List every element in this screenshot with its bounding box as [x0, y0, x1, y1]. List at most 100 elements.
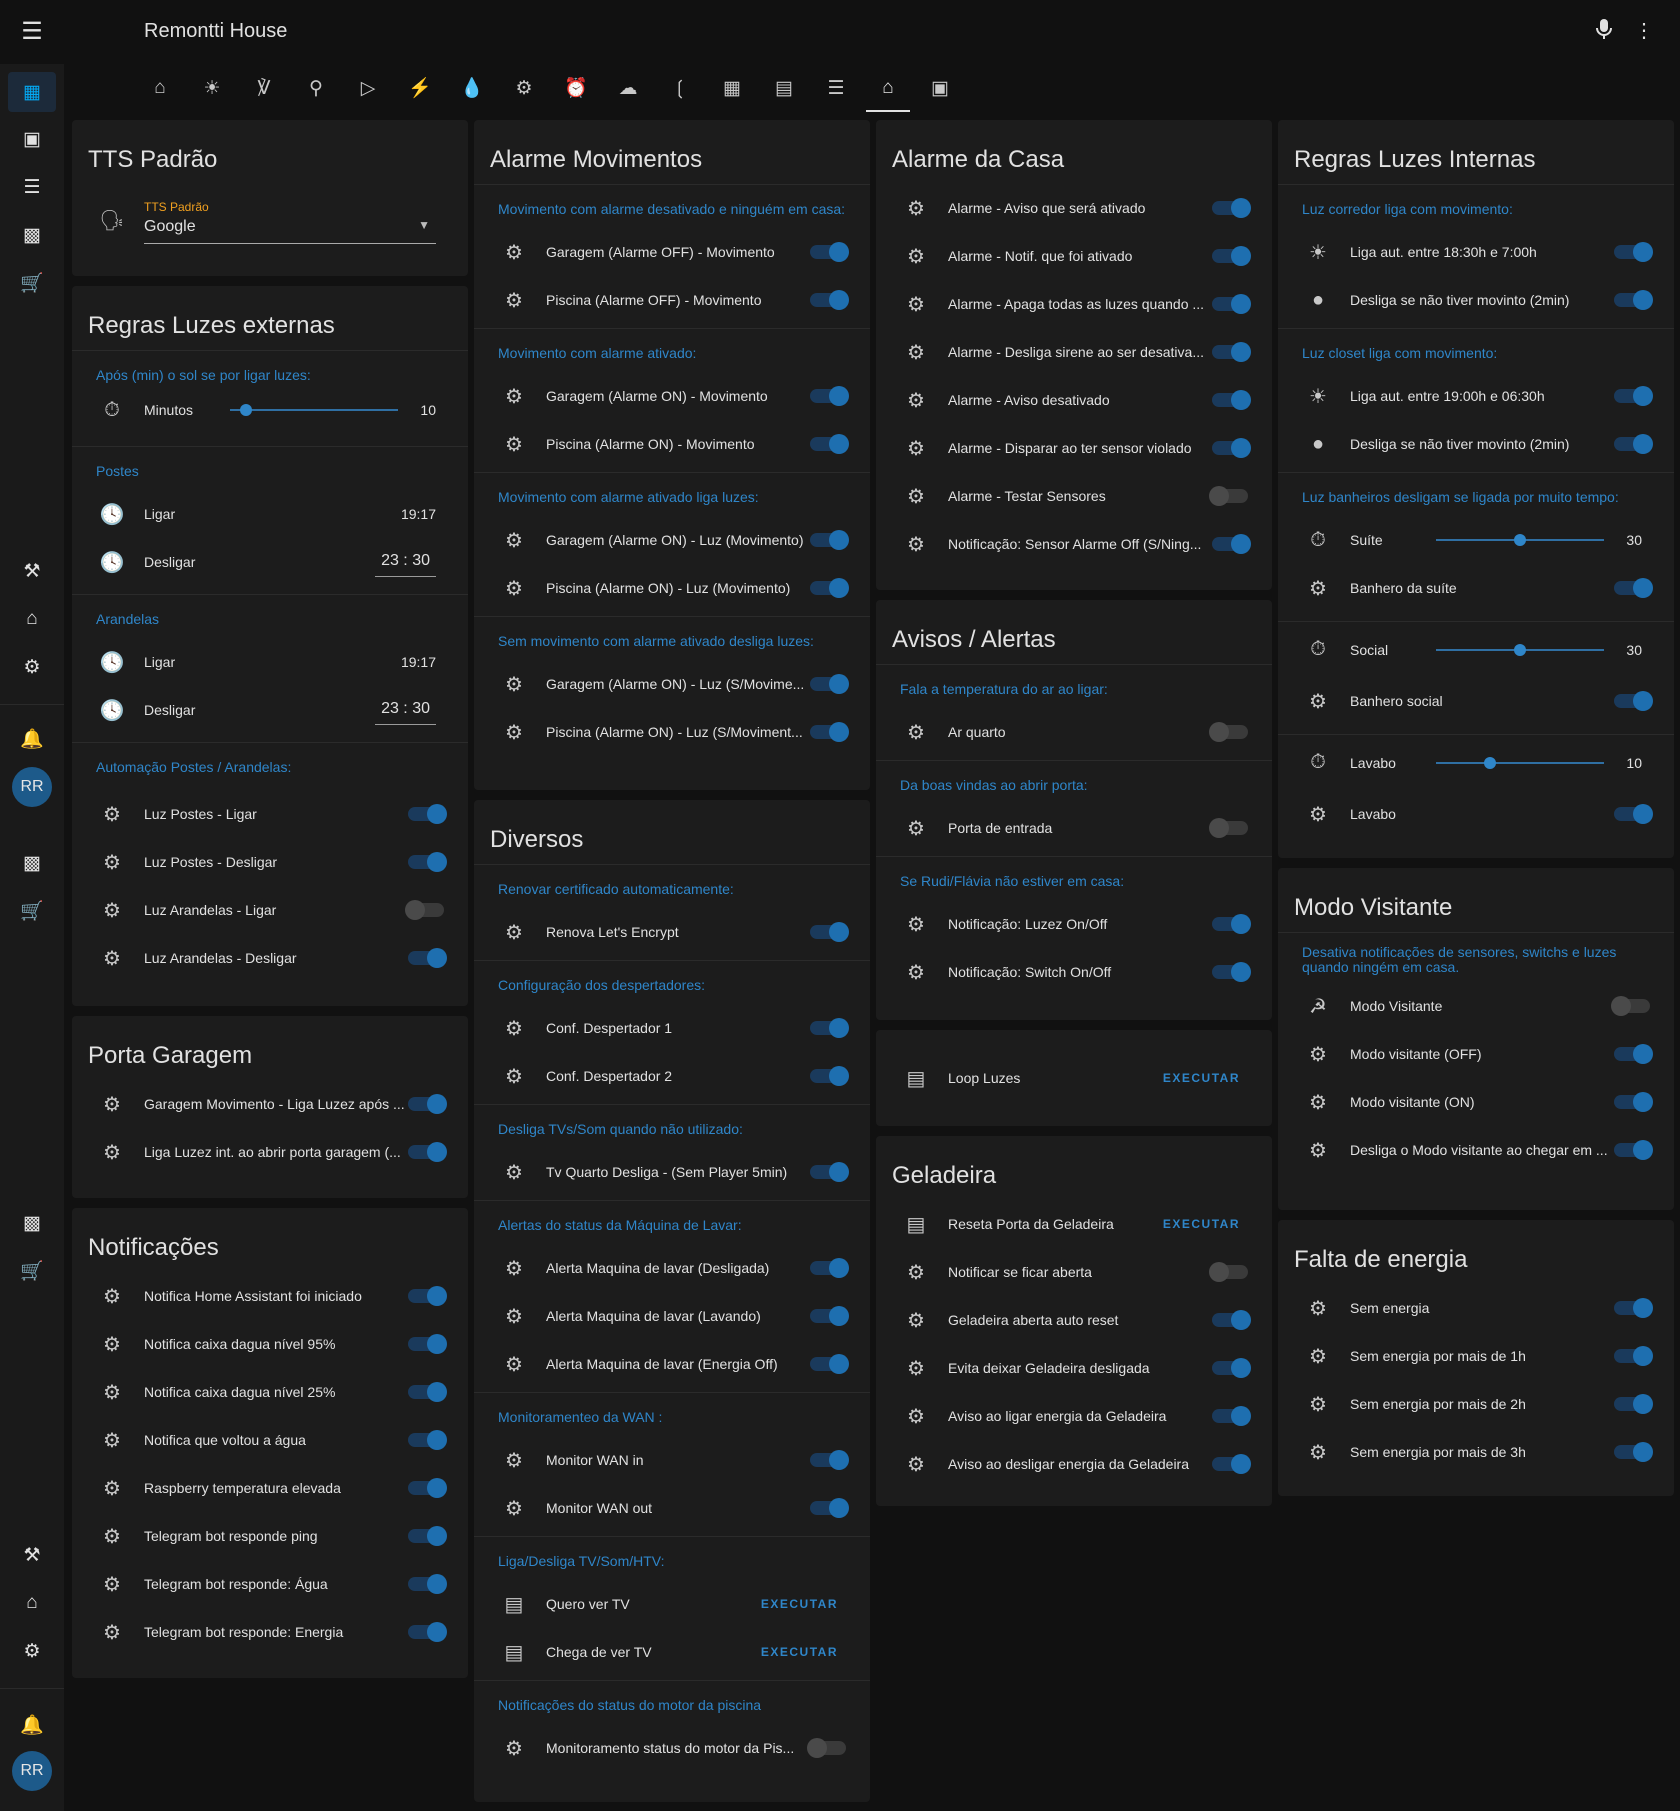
automation-toggle[interactable]	[1614, 1140, 1653, 1160]
automation-toggle[interactable]	[408, 1430, 447, 1450]
automation-toggle[interactable]	[1212, 962, 1251, 982]
automation-toggle[interactable]	[1209, 722, 1248, 742]
automation-toggle[interactable]	[1209, 1262, 1248, 1282]
automation-toggle[interactable]	[1614, 1394, 1653, 1414]
automation-toggle[interactable]	[1614, 290, 1653, 310]
automation-toggle[interactable]	[1614, 242, 1653, 262]
automation-toggle[interactable]	[810, 242, 849, 262]
tab-lightbulb-icon[interactable]: ☀	[186, 64, 238, 112]
automation-toggle[interactable]	[408, 1574, 447, 1594]
tab-cog-refresh-icon[interactable]: ⚙	[498, 64, 550, 112]
cart-icon[interactable]: 🛒	[8, 891, 56, 931]
automation-toggle[interactable]	[810, 1258, 849, 1278]
execute-button[interactable]: EXECUTAR	[1163, 1217, 1240, 1231]
automation-toggle[interactable]	[408, 1622, 447, 1642]
automation-toggle[interactable]	[1614, 691, 1653, 711]
automation-toggle[interactable]	[408, 852, 447, 872]
contacts-icon[interactable]: ▣	[8, 119, 56, 159]
automation-toggle[interactable]	[810, 1354, 849, 1374]
automation-toggle[interactable]	[1212, 1358, 1251, 1378]
automation-toggle[interactable]	[807, 1738, 846, 1758]
more-vert-icon[interactable]: ⋮	[1630, 18, 1658, 46]
gear-icon[interactable]: ⚙	[8, 647, 56, 687]
automation-toggle[interactable]	[1614, 1442, 1653, 1462]
automation-toggle[interactable]	[810, 530, 849, 550]
switch-toggle[interactable]	[1611, 996, 1650, 1016]
home-assistant-icon[interactable]: ⌂	[8, 599, 56, 639]
gear-icon[interactable]: ⚙	[8, 1631, 56, 1671]
automation-toggle[interactable]	[1614, 1092, 1653, 1112]
automation-toggle[interactable]	[1614, 578, 1653, 598]
automation-toggle[interactable]	[810, 386, 849, 406]
list-icon[interactable]: ☰	[8, 167, 56, 207]
tab-remote-icon[interactable]: ℣	[238, 64, 290, 112]
tab-alarm-clock-icon[interactable]: ⏰	[550, 64, 602, 112]
history-chart-icon[interactable]: ▩	[8, 843, 56, 883]
arandelas-desligar-time-input[interactable]: 23 : 30	[375, 696, 436, 725]
execute-button[interactable]: EXECUTAR	[1163, 1071, 1240, 1085]
tab-power-plug-icon[interactable]: ⚡	[394, 64, 446, 112]
automation-toggle[interactable]	[810, 434, 849, 454]
execute-button[interactable]: EXECUTAR	[761, 1597, 838, 1611]
bell-icon[interactable]: 🔔	[8, 1705, 56, 1745]
bell-icon[interactable]: 🔔	[8, 719, 56, 759]
automation-toggle[interactable]	[1212, 914, 1251, 934]
automation-toggle[interactable]	[1212, 294, 1251, 314]
automation-toggle[interactable]	[810, 1066, 849, 1086]
tab-tv-guide-icon[interactable]: ▤	[758, 64, 810, 112]
lavabo-slider[interactable]	[1430, 753, 1610, 773]
postes-desligar-time-input[interactable]: 23 : 30	[375, 548, 436, 577]
hammer-icon[interactable]: ⚒	[8, 551, 56, 591]
tab-weather-icon[interactable]: ☁	[602, 64, 654, 112]
avatar[interactable]: RR	[12, 1751, 52, 1791]
automation-toggle[interactable]	[1614, 804, 1653, 824]
automation-toggle[interactable]	[1614, 1346, 1653, 1366]
automation-toggle[interactable]	[1212, 534, 1251, 554]
automation-toggle[interactable]	[1212, 1406, 1251, 1426]
automation-toggle[interactable]	[1212, 198, 1251, 218]
menu-icon[interactable]: ☰	[16, 18, 48, 46]
tts-select[interactable]: TTS Padrão Google ▼	[144, 196, 436, 244]
overview-icon[interactable]: ▦	[8, 72, 56, 112]
automation-toggle[interactable]	[810, 674, 849, 694]
automation-toggle[interactable]	[1212, 246, 1251, 266]
automation-toggle[interactable]	[810, 1018, 849, 1038]
cart-icon[interactable]: 🛒	[8, 263, 56, 303]
automation-toggle[interactable]	[408, 1286, 447, 1306]
automation-toggle[interactable]	[810, 1450, 849, 1470]
automation-toggle[interactable]	[408, 1142, 447, 1162]
automation-toggle[interactable]	[408, 1094, 447, 1114]
suite-slider[interactable]	[1430, 530, 1610, 550]
automation-toggle[interactable]	[1212, 342, 1251, 362]
automation-toggle[interactable]	[810, 722, 849, 742]
automation-toggle[interactable]	[810, 578, 849, 598]
tab-home-icon[interactable]: ⌂	[862, 64, 914, 112]
automation-toggle[interactable]	[1614, 1044, 1653, 1064]
tab-home-automation-icon[interactable]: ⌂	[134, 64, 186, 112]
automation-toggle[interactable]	[1614, 1298, 1653, 1318]
automation-toggle[interactable]	[408, 1382, 447, 1402]
automation-toggle[interactable]	[1614, 434, 1653, 454]
automation-toggle[interactable]	[408, 1334, 447, 1354]
history-chart-icon[interactable]: ▩	[8, 215, 56, 255]
automation-toggle[interactable]	[810, 1306, 849, 1326]
automation-toggle[interactable]	[810, 290, 849, 310]
automation-toggle[interactable]	[408, 948, 447, 968]
automation-toggle[interactable]	[1209, 818, 1248, 838]
hammer-icon[interactable]: ⚒	[8, 1535, 56, 1575]
social-slider[interactable]	[1430, 640, 1610, 660]
automation-toggle[interactable]	[408, 1526, 447, 1546]
tab-script-icon[interactable]: ☰	[810, 64, 862, 112]
automation-toggle[interactable]	[1212, 390, 1251, 410]
microphone-icon[interactable]	[1590, 18, 1618, 46]
automation-toggle[interactable]	[1614, 386, 1653, 406]
automation-toggle[interactable]	[1212, 1310, 1251, 1330]
avatar[interactable]: RR	[12, 767, 52, 807]
automation-toggle[interactable]	[1209, 486, 1248, 506]
tab-play-circle-icon[interactable]: ▷	[342, 64, 394, 112]
home-assistant-icon[interactable]: ⌂	[8, 1583, 56, 1623]
tab-water-icon[interactable]: 💧	[446, 64, 498, 112]
tab-cast-icon[interactable]: ▣	[914, 64, 966, 112]
automation-toggle[interactable]	[1212, 1454, 1251, 1474]
history-chart-icon[interactable]: ▩	[8, 1203, 56, 1243]
